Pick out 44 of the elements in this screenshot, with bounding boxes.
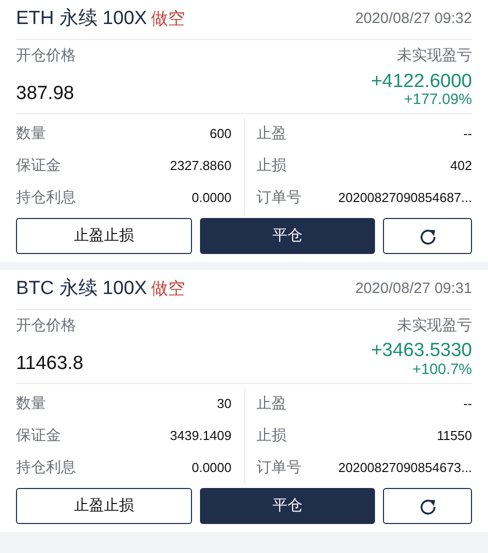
open-price: 387.98 xyxy=(16,82,76,106)
field-label: 止损 xyxy=(256,426,286,446)
field-value: -- xyxy=(463,395,472,414)
field-value: 3439.1409 xyxy=(170,427,232,446)
field-value: 20200827090854673... xyxy=(338,459,472,478)
field-label: 数量 xyxy=(16,394,46,414)
pnl-value: +4122.6000 xyxy=(371,72,472,92)
field-value: 402 xyxy=(450,157,472,176)
order-time: 2020/08/27 09:32 xyxy=(355,9,472,30)
field-label: 止损 xyxy=(256,156,286,176)
field-label: 未实现盈亏 xyxy=(397,316,472,336)
close-position-button[interactable]: 平仓 xyxy=(200,488,376,524)
field-label: 开仓价格 xyxy=(16,316,77,336)
field-label: 开仓价格 xyxy=(16,46,76,66)
field-value: 2327.8860 xyxy=(170,157,232,176)
field-label: 数量 xyxy=(16,124,46,144)
field-value: 30 xyxy=(217,395,232,414)
pnl-percent: +177.09% xyxy=(404,92,472,109)
field-value: 0.0000 xyxy=(192,459,232,478)
field-label: 保证金 xyxy=(16,426,61,446)
field-label: 订单号 xyxy=(256,188,302,208)
symbol-title: BTC 永续 100X xyxy=(16,277,147,302)
field-label: 保证金 xyxy=(16,156,61,176)
pnl-value: +3463.5330 xyxy=(371,341,472,362)
field-label: 持仓利息 xyxy=(16,458,76,478)
field-value: 20200827090854687... xyxy=(338,189,472,208)
order-time: 2020/08/27 09:31 xyxy=(355,279,472,300)
side-label: 做空 xyxy=(150,278,185,300)
pnl-percent: +100.7% xyxy=(412,362,472,379)
stop-profit-loss-button[interactable]: 止盈止损 xyxy=(16,488,192,524)
field-label: 未实现盈亏 xyxy=(397,46,472,66)
stop-profit-loss-button[interactable]: 止盈止损 xyxy=(16,218,192,254)
side-label: 做空 xyxy=(150,8,185,30)
field-value: 600 xyxy=(210,125,232,144)
close-position-button[interactable]: 平仓 xyxy=(200,218,376,254)
field-value: -- xyxy=(463,125,472,144)
field-label: 止盈 xyxy=(256,394,286,414)
field-value: 11550 xyxy=(436,427,472,446)
field-value: 0.0000 xyxy=(192,189,232,208)
field-label: 持仓利息 xyxy=(16,188,76,208)
field-label: 止盈 xyxy=(256,124,286,144)
field-label: 订单号 xyxy=(256,458,302,478)
symbol-title: ETH 永续 100X xyxy=(16,7,147,32)
open-price: 11463.8 xyxy=(16,352,84,376)
